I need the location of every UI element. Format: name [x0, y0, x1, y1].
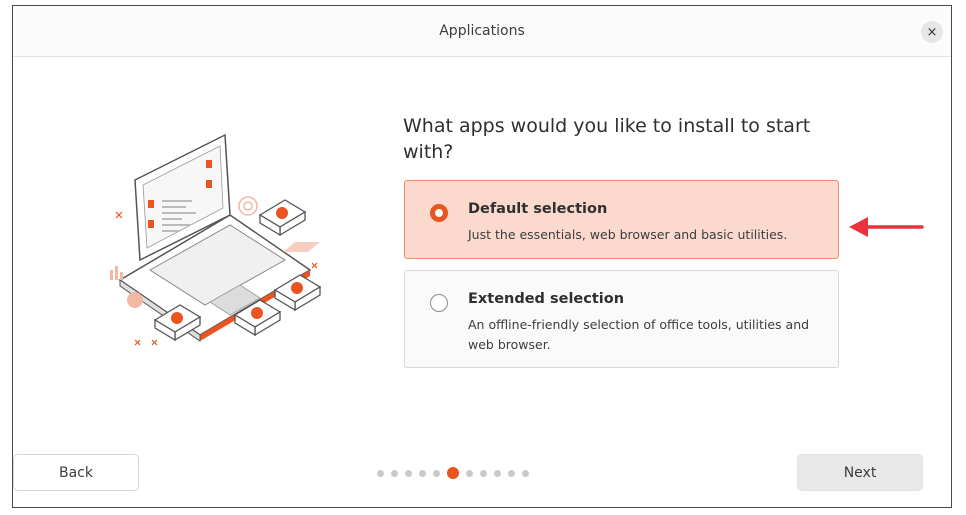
option-title: Default selection [468, 201, 608, 217]
next-button[interactable]: Next [797, 454, 923, 491]
page-dot [508, 469, 515, 477]
laptop-illustration [110, 133, 322, 346]
page-dot [480, 469, 487, 477]
page-dot [433, 469, 440, 477]
page-indicator [377, 467, 529, 479]
page-dot [391, 469, 398, 477]
option-title: Extended selection [468, 291, 625, 307]
option-extended-selection[interactable]: Extended selection An offline-friendly s… [404, 270, 839, 368]
radio-default-selection[interactable] [430, 204, 448, 222]
red-arrow-annotation [849, 217, 924, 237]
window-title: Applications [439, 23, 525, 39]
page-dot [419, 469, 426, 477]
page-dot [522, 469, 529, 477]
page-dot-active [447, 467, 459, 479]
close-button[interactable]: × [921, 21, 943, 43]
question-heading: What apps would you like to install to s… [403, 115, 811, 163]
page-dot [466, 469, 473, 477]
close-icon: × [926, 24, 938, 40]
back-button[interactable]: Back [13, 454, 139, 491]
option-description: An offline-friendly selection of office … [468, 317, 810, 352]
page-dot [405, 469, 412, 477]
title-bar: Applications × [13, 6, 951, 57]
page-dot [377, 469, 384, 477]
page-dot [494, 469, 501, 477]
radio-extended-selection[interactable] [430, 294, 448, 312]
option-description: Just the essentials, web browser and bas… [468, 227, 788, 242]
option-default-selection[interactable]: Default selection Just the essentials, w… [404, 180, 839, 259]
